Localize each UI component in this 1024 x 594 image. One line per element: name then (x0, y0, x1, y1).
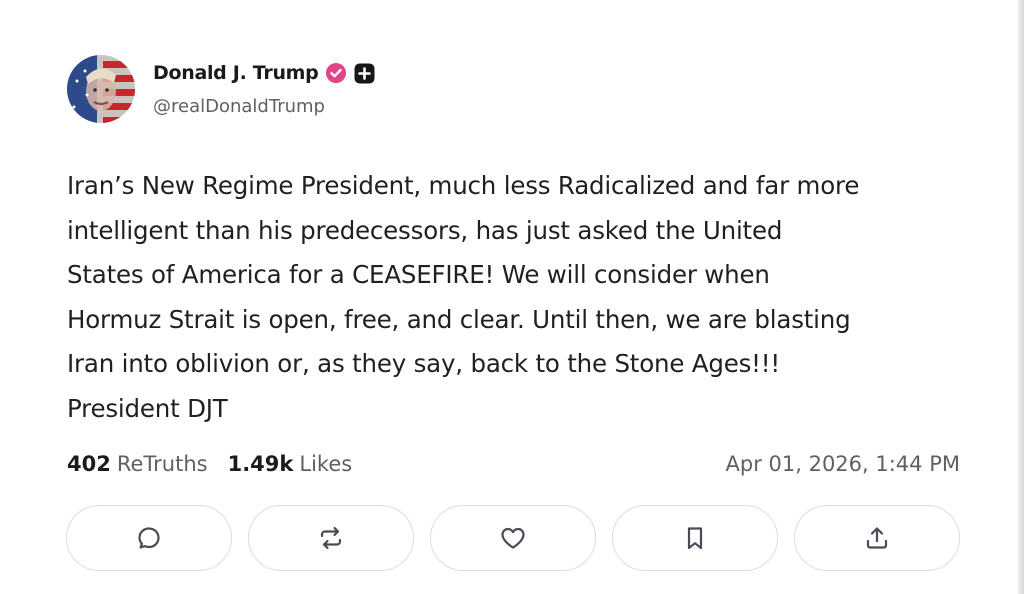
author-avatar[interactable] (67, 55, 135, 123)
post-body-line: President DJT (67, 393, 228, 423)
share-button[interactable] (794, 505, 960, 571)
reply-button[interactable] (66, 505, 232, 571)
post-body-line: Iran’s New Regime President, much less R… (67, 171, 860, 200)
post-body-line: Hormuz Strait is open, free, and clear. … (67, 304, 851, 334)
verified-badge-icon (325, 62, 347, 84)
truth-post: Donald J. Trump @realDonaldTrump Iran’s … (0, 0, 1018, 594)
bookmark-button[interactable] (612, 505, 778, 571)
post-body: Iran’s New Regime President, much less R… (67, 164, 997, 432)
likes-count[interactable]: 1.49k (228, 452, 294, 476)
flag-portrait-avatar-image (67, 55, 135, 123)
retruth-button[interactable] (248, 505, 414, 571)
post-stats: 402 ReTruths 1.49k Likes (67, 449, 372, 479)
author-handle[interactable]: @realDonaldTrump (153, 96, 325, 117)
like-icon (501, 527, 525, 549)
retruths-count[interactable]: 402 (67, 452, 111, 476)
likes-label[interactable]: Likes (299, 452, 352, 476)
post-body-line: Iran into oblivion or, as they say, back… (67, 349, 781, 379)
author-name-row: Donald J. Trump (153, 60, 375, 86)
window-edge (1018, 0, 1024, 594)
share-icon (866, 527, 888, 549)
post-timestamp[interactable]: Apr 01, 2026, 1:44 PM (726, 449, 961, 479)
post-actions-bar (66, 505, 960, 571)
retruths-label[interactable]: ReTruths (117, 452, 208, 476)
author-display-name[interactable]: Donald J. Trump (153, 62, 319, 84)
post-body-line: intelligent than his predecessors, has j… (67, 215, 783, 245)
retruth-icon (320, 526, 342, 550)
post-body-line: States of America for a CEASEFIRE! We wi… (67, 260, 770, 290)
bookmark-icon (687, 527, 703, 550)
plus-icon[interactable] (354, 63, 375, 84)
reply-icon (138, 527, 160, 549)
like-button[interactable] (430, 505, 596, 571)
